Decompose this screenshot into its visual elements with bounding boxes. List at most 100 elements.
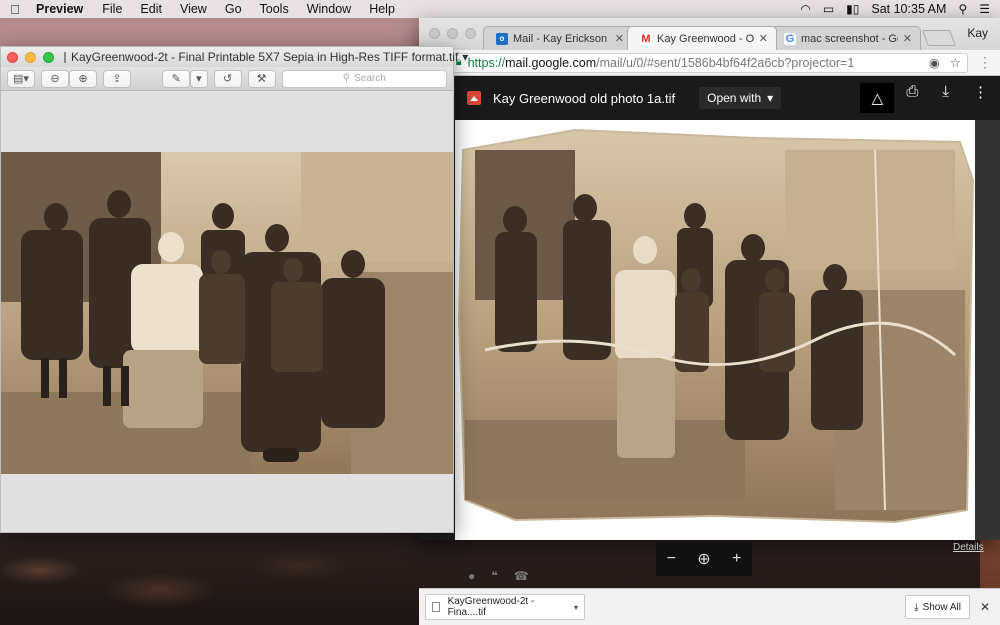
zoom-in-icon[interactable]: + xyxy=(732,550,741,568)
add-to-drive-icon[interactable]: △ xyxy=(860,83,895,113)
download-icon: ⤓ xyxy=(914,601,919,613)
damaged-old-photo xyxy=(455,120,975,540)
contacts-icon[interactable]: ● xyxy=(468,569,475,583)
show-all-downloads-button[interactable]: ⤓ Show All xyxy=(905,595,970,619)
close-tab-icon[interactable]: ✕ xyxy=(759,32,768,45)
menu-view[interactable]: View xyxy=(171,2,216,16)
zoom-window-button[interactable] xyxy=(465,28,476,39)
hangouts-bar: ● ❝ ☎ xyxy=(468,569,529,583)
tab-strip: o Mail - Kay Erickson Gree ✕ M Kay Green… xyxy=(419,18,1000,50)
new-tab-button[interactable] xyxy=(922,30,956,46)
zoom-out-icon: ⊖ xyxy=(50,73,60,85)
close-window-button[interactable] xyxy=(429,28,440,39)
tab-outlook-mail[interactable]: o Mail - Kay Erickson Gree ✕ xyxy=(483,26,633,50)
search-placeholder: Search xyxy=(354,73,386,84)
tab-google-search[interactable]: G mac screenshot - Googl ✕ xyxy=(771,26,921,50)
menu-window[interactable]: Window xyxy=(298,2,360,16)
document-icon xyxy=(64,51,66,63)
image-file-icon xyxy=(467,91,481,105)
print-icon[interactable]: ⎙ xyxy=(906,83,918,113)
outlook-icon: o xyxy=(496,32,508,45)
eye-icon[interactable]: ◉ xyxy=(929,55,940,70)
rotate-button[interactable]: ↺ xyxy=(213,69,242,88)
menubar:  Preview File Edit View Go Tools Window… xyxy=(0,0,1000,18)
menu-edit[interactable]: Edit xyxy=(131,2,171,16)
close-window-button[interactable] xyxy=(7,51,18,63)
pen-icon: ✎ xyxy=(171,73,181,85)
preview-title[interactable]: KayGreenwood-2t - Final Printable 5X7 Se… xyxy=(71,50,458,64)
zoom-controls: − ⊕ + xyxy=(656,542,752,576)
close-shelf-icon[interactable]: ✕ xyxy=(980,600,990,614)
tab-gmail-kay-greenwood[interactable]: M Kay Greenwood - OLD P ✕ xyxy=(627,26,777,50)
close-tab-icon[interactable]: ✕ xyxy=(903,32,912,45)
hangouts-icon[interactable]: ❝ xyxy=(491,569,497,583)
close-tab-icon[interactable]: ✕ xyxy=(615,32,624,45)
preview-titlebar: KayGreenwood-2t - Final Printable 5X7 Se… xyxy=(1,47,468,67)
preview-search-field[interactable]: ⚲ Search xyxy=(281,69,447,88)
minimize-window-button[interactable] xyxy=(447,28,458,39)
zoom-out-button[interactable]: ⊖ xyxy=(41,69,69,88)
url-path: /mail/u/0/#sent/1586b4bf64f2a6cb?project… xyxy=(596,55,855,70)
sidebar-icon: ▤▾ xyxy=(13,73,29,85)
download-item[interactable]: KayGreenwood-2t - Fina....tif ▾ xyxy=(425,594,585,620)
toolbox-icon: ⚒ xyxy=(256,73,267,85)
show-all-label: Show All xyxy=(922,601,961,613)
chevron-down-icon[interactable]: ▾ xyxy=(574,603,578,612)
menu-help[interactable]: Help xyxy=(360,2,404,16)
chevron-down-icon: ▾ xyxy=(196,73,202,85)
attachment-photo[interactable] xyxy=(455,120,975,540)
open-with-button[interactable]: Open with ▾ xyxy=(699,87,782,109)
chevron-down-icon[interactable]: ▾ xyxy=(462,50,468,64)
search-icon: ⚲ xyxy=(342,73,351,84)
notification-center-icon[interactable]: ☰ xyxy=(979,2,990,16)
preview-window: KayGreenwood-2t - Final Printable 5X7 Se… xyxy=(0,46,468,533)
google-icon: G xyxy=(784,32,796,45)
address-bar: ↻ 🔒︎ https://mail.google.com/mail/u/0/#s… xyxy=(419,50,1000,76)
share-button[interactable]: ⇪ xyxy=(103,69,131,88)
markup-menu-button[interactable]: ▾ xyxy=(190,69,208,88)
sidebar-toggle-button[interactable]: ▤▾ xyxy=(7,69,35,88)
spotlight-search-icon[interactable]: ⚲ xyxy=(958,2,967,16)
apple-menu-icon[interactable]:  xyxy=(0,2,30,17)
chrome-menu-icon[interactable]: ⋮ xyxy=(978,54,992,71)
open-with-label: Open with xyxy=(707,91,762,105)
bookmark-star-icon[interactable]: ☆ xyxy=(950,55,961,70)
profile-button[interactable]: Kay xyxy=(967,26,988,40)
menu-go[interactable]: Go xyxy=(216,2,251,16)
more-options-icon[interactable]: ⋮ xyxy=(973,83,988,113)
download-shelf: KayGreenwood-2t - Fina....tif ▾ ⤓ Show A… xyxy=(419,588,1000,625)
file-icon xyxy=(432,602,440,612)
tab-label: mac screenshot - Googl xyxy=(801,32,898,45)
menu-file[interactable]: File xyxy=(93,2,131,16)
minimize-window-button[interactable] xyxy=(25,51,36,63)
toolbox-button[interactable]: ⚒ xyxy=(247,69,276,88)
details-link[interactable]: Details xyxy=(953,542,984,553)
url-host: mail.google.com xyxy=(505,55,597,70)
battery-icon[interactable]: ▮▯ xyxy=(846,2,859,16)
restored-photo[interactable] xyxy=(1,152,453,474)
viewer-header: Kay Greenwood old photo 1a.tif Open with… xyxy=(455,76,1000,120)
zoom-in-button[interactable]: ⊕ xyxy=(69,69,97,88)
zoom-out-icon[interactable]: − xyxy=(667,550,676,568)
download-icon[interactable]: ⤓ xyxy=(942,83,949,113)
menu-app-name[interactable]: Preview xyxy=(30,2,93,16)
share-icon: ⇪ xyxy=(112,73,122,85)
url-field[interactable]: 🔒︎ https://mail.google.com/mail/u/0/#sen… xyxy=(448,52,968,73)
menu-tools[interactable]: Tools xyxy=(251,2,298,16)
airplay-icon[interactable]: ▭ xyxy=(823,2,834,16)
attachment-viewer: Kay Greenwood old photo 1a.tif Open with… xyxy=(419,76,1000,540)
status-area: ◠ ▭ ▮▯ Sat 10:35 AM ⚲ ☰ xyxy=(800,2,1000,16)
preview-toolbar: ▤▾ ⊖ ⊕ ⇪ ✎ ▾ ↺ ⚒ ⚲ Search xyxy=(1,67,453,91)
phone-icon[interactable]: ☎ xyxy=(514,569,529,583)
chrome-window-controls xyxy=(429,28,476,39)
viewer-filename: Kay Greenwood old photo 1a.tif xyxy=(493,90,676,106)
gmail-icon: M xyxy=(640,32,652,45)
preview-canvas xyxy=(1,92,453,532)
sepia-family-photo xyxy=(1,152,453,474)
zoom-window-button[interactable] xyxy=(43,51,54,63)
markup-button[interactable]: ✎ xyxy=(162,69,191,88)
rotate-icon: ↺ xyxy=(222,73,233,85)
wifi-icon[interactable]: ◠ xyxy=(800,2,810,16)
zoom-icon[interactable]: ⊕ xyxy=(697,549,710,569)
menubar-clock[interactable]: Sat 10:35 AM xyxy=(871,2,946,16)
